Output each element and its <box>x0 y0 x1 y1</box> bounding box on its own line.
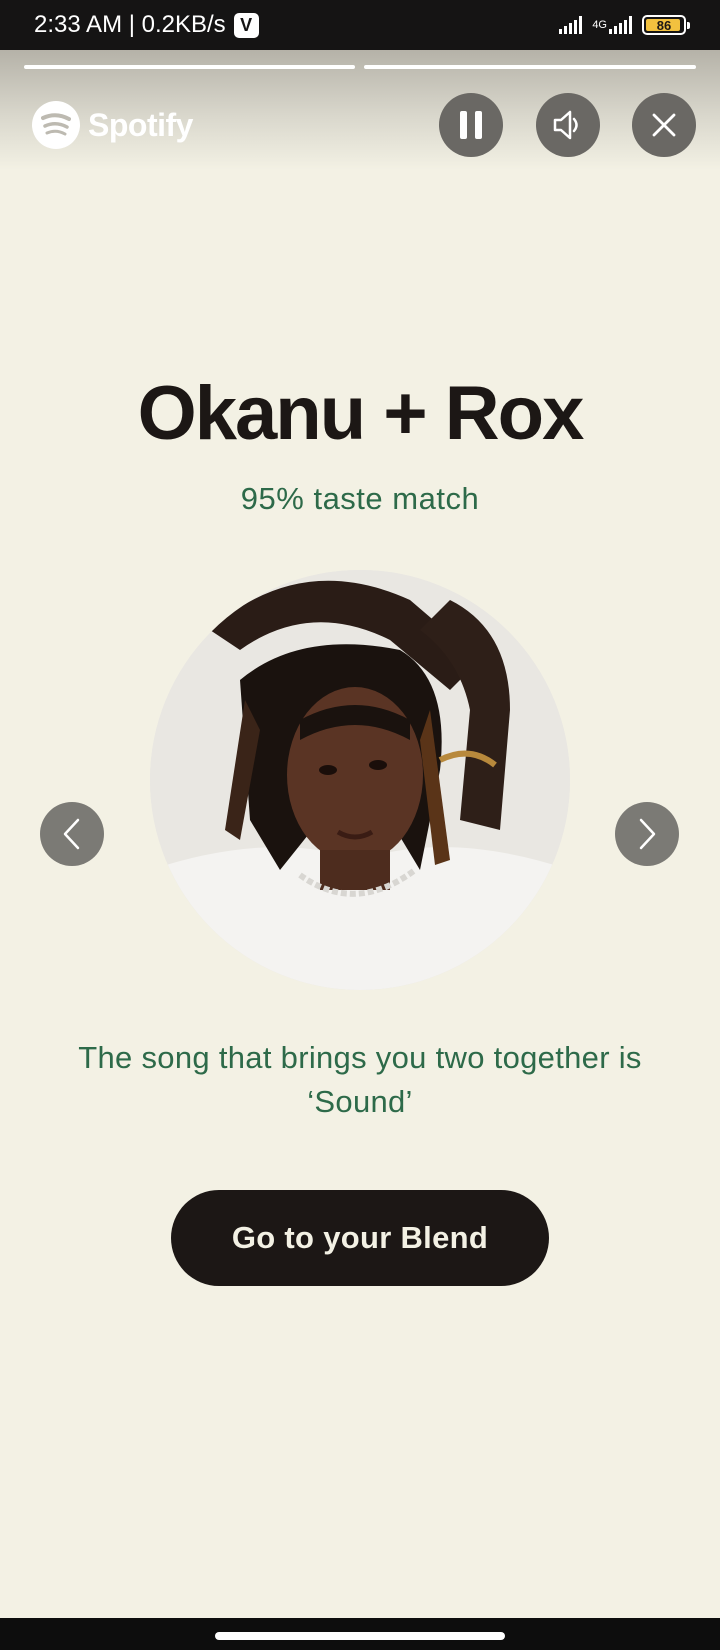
signal-icon-2 <box>609 16 632 34</box>
network-indicator: 4G <box>592 16 632 34</box>
song-caption: The song that brings you two together is… <box>40 1036 680 1124</box>
spotify-logo: Spotify <box>32 101 193 149</box>
close-button[interactable] <box>632 93 696 157</box>
spotify-icon <box>32 101 80 149</box>
artist-photo <box>150 570 570 990</box>
chevron-left-icon <box>63 818 80 850</box>
status-bar: 2:33 AM | 0.2KB/s V 4G 86 <box>0 0 720 50</box>
signal-icon <box>559 16 583 34</box>
battery-level: 86 <box>656 17 672 33</box>
app-badge-icon: V <box>233 12 259 38</box>
home-indicator[interactable] <box>215 1632 505 1640</box>
chevron-right-icon <box>639 818 656 850</box>
pause-button[interactable] <box>439 93 503 157</box>
speaker-icon <box>553 110 578 140</box>
previous-button[interactable] <box>40 802 104 866</box>
status-left: 2:33 AM | 0.2KB/s V <box>34 11 259 39</box>
go-to-blend-button[interactable]: Go to your Blend <box>171 1190 549 1286</box>
mute-button[interactable] <box>536 93 600 157</box>
battery-icon: 86 <box>642 15 690 35</box>
blend-title: Okanu + Rox <box>137 371 585 456</box>
close-icon <box>652 113 676 137</box>
next-button[interactable] <box>615 802 679 866</box>
song-caption-line-2: ‘Sound’ <box>307 1084 413 1119</box>
story-progress-segment-1 <box>24 65 355 69</box>
network-type: 4G <box>592 18 607 31</box>
logo-text: Spotify <box>88 106 193 143</box>
story-progress-segment-2 <box>364 65 696 69</box>
status-right: 4G 86 <box>559 15 690 35</box>
song-caption-line-1: The song that brings you two together is <box>78 1040 642 1075</box>
status-time-speed: 2:33 AM | 0.2KB/s <box>34 11 226 38</box>
pause-icon <box>460 111 482 139</box>
taste-match: 95% taste match <box>240 481 480 516</box>
